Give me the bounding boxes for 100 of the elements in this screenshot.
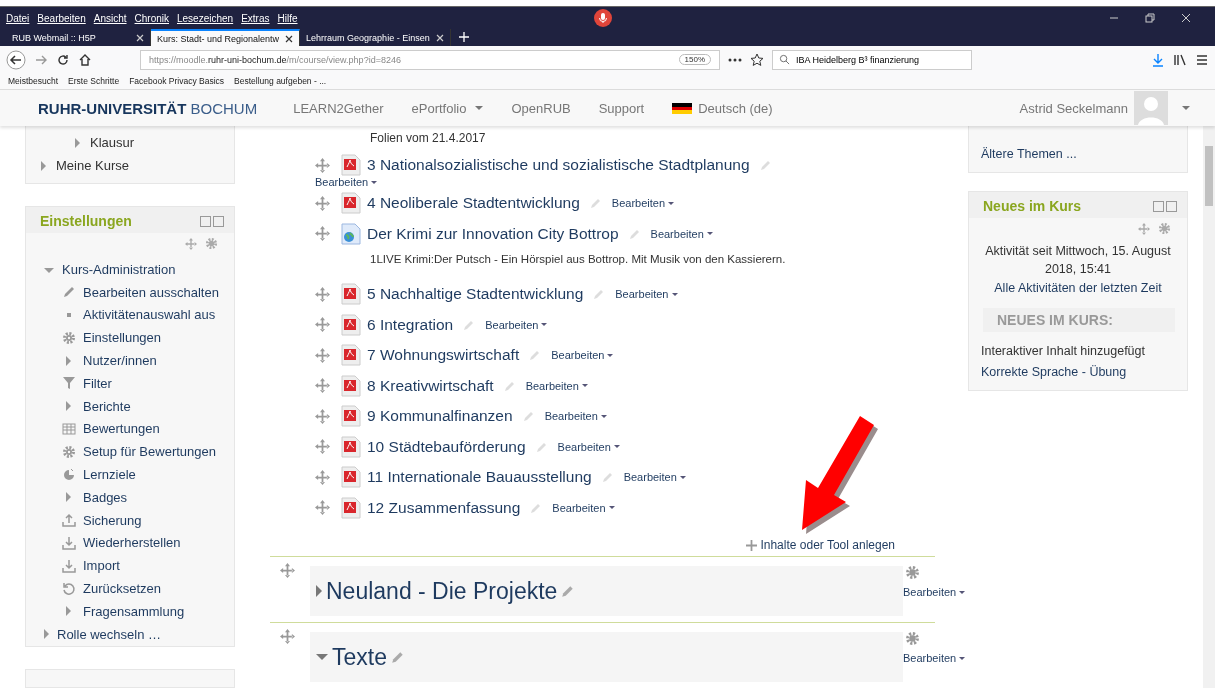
gear-icon[interactable] — [905, 631, 920, 646]
activity-link[interactable]: 3 Nationalsozialistische und sozialistische Stadtplanung — [367, 156, 750, 174]
move-icon[interactable] — [280, 629, 295, 644]
tree-item[interactable]: Rolle wechseln … — [26, 622, 234, 646]
move-icon[interactable] — [315, 157, 330, 173]
move-icon[interactable] — [315, 469, 330, 485]
tree-item[interactable]: Nutzer/innen — [26, 349, 234, 372]
tree-item[interactable]: Fragensammlung — [26, 599, 234, 623]
move-icon[interactable] — [315, 195, 330, 211]
move-icon[interactable] — [315, 317, 330, 333]
tree-item[interactable]: Berichte — [26, 394, 234, 418]
bookmark-item[interactable]: Bestellung aufgeben - ... — [234, 76, 327, 86]
bookmark-item[interactable]: Erste Schritte — [68, 76, 120, 86]
menu-item[interactable]: Extras — [241, 12, 270, 24]
recent-activity-link[interactable]: Alle Aktivitäten der letzten Zeit — [994, 281, 1162, 295]
menu-item[interactable]: Lesezeichen — [177, 12, 234, 24]
tree-item[interactable]: Import — [26, 554, 234, 578]
tree-item[interactable]: Sicherung — [26, 508, 234, 532]
move-icon[interactable] — [185, 237, 197, 250]
nav-link[interactable]: OpenRUB — [511, 100, 571, 116]
gear-icon[interactable] — [1158, 222, 1171, 235]
tree-item[interactable]: Zurücksetzen — [26, 577, 234, 600]
edit-pencil-icon[interactable] — [561, 584, 576, 598]
nav-link[interactable]: Deutsch (de) — [672, 100, 773, 116]
navigation-item[interactable]: Klausur — [41, 131, 219, 154]
activity-link[interactable]: 12 Zusammenfassung — [367, 498, 521, 517]
address-bar[interactable]: https://moodle.ruhr-uni-bochum.de/m/course/view.php?id=8246 150% — [140, 49, 720, 70]
activity-link[interactable]: 4 Neoliberale Stadtentwicklung — [367, 194, 580, 213]
edit-menu-link[interactable]: Bearbeiten — [557, 440, 620, 453]
section-title[interactable]: Neuland - Die Projekte — [316, 577, 558, 605]
edit-menu-link[interactable]: Bearbeiten — [615, 288, 678, 301]
news-item-link[interactable]: Korrekte Sprache - Übung — [969, 365, 1139, 379]
move-icon[interactable] — [315, 226, 330, 242]
home-icon[interactable] — [78, 52, 92, 67]
restore-icon[interactable] — [1145, 13, 1155, 23]
block-controls-icon[interactable] — [200, 215, 224, 227]
move-icon[interactable] — [315, 439, 330, 455]
older-topics-link[interactable]: Ältere Themen ... — [981, 147, 1077, 161]
move-icon[interactable] — [315, 408, 330, 424]
edit-menu-link[interactable]: Bearbeiten — [315, 176, 378, 188]
move-icon[interactable] — [315, 378, 330, 394]
activity-link[interactable]: 8 Kreativwirtschaft — [367, 376, 494, 395]
edit-menu-link[interactable]: Bearbeiten — [903, 652, 966, 664]
nav-link[interactable]: LEARN2Gether — [293, 100, 384, 116]
edit-pencil-icon[interactable] — [391, 650, 405, 664]
activity-link[interactable]: Der Krimi zur Innovation City Bottrop — [367, 224, 619, 243]
move-icon[interactable] — [315, 500, 330, 516]
tree-item[interactable]: Bewertungen — [26, 417, 234, 441]
tree-item[interactable]: Lernziele — [26, 463, 234, 486]
menu-item[interactable]: Datei — [6, 12, 30, 24]
edit-menu-link[interactable]: Bearbeiten — [544, 410, 607, 423]
gear-icon[interactable] — [205, 237, 218, 250]
edit-menu-link[interactable]: Bearbeiten — [650, 227, 713, 240]
search-field[interactable]: IBA Heidelberg B³ finanzierung — [772, 49, 972, 70]
download-icon[interactable] — [1151, 52, 1165, 67]
activity-link[interactable]: 6 Integration — [367, 315, 454, 334]
gear-icon[interactable] — [905, 565, 920, 580]
edit-menu-link[interactable]: Bearbeiten — [551, 349, 614, 362]
add-activity-link[interactable]: Inhalte oder Tool anlegen — [760, 538, 895, 552]
microphone-icon[interactable] — [594, 9, 613, 27]
move-icon[interactable] — [315, 286, 330, 302]
activity-link[interactable]: 7 Wohnungswirtschaft — [367, 346, 520, 365]
edit-menu-link[interactable]: Bearbeiten — [903, 586, 966, 598]
tree-item[interactable]: Kurs-Administration — [26, 258, 234, 281]
edit-menu-link[interactable]: Bearbeiten — [525, 379, 588, 392]
reload-icon[interactable] — [56, 52, 70, 67]
bookmark-item[interactable]: Meistbesucht — [8, 76, 59, 86]
move-icon[interactable] — [1138, 222, 1150, 235]
menu-icon[interactable] — [1195, 52, 1209, 67]
bookmark-item[interactable]: Facebook Privacy Basics — [129, 76, 225, 86]
university-logo[interactable]: RUHR-UNIVERSITÄT BOCHUM — [38, 99, 258, 117]
tree-item[interactable]: Filter — [26, 372, 234, 395]
back-icon[interactable] — [6, 49, 26, 70]
move-icon[interactable] — [280, 563, 295, 578]
star-icon[interactable] — [750, 52, 764, 67]
scrollbar-thumb[interactable] — [1205, 146, 1213, 206]
edit-menu-link[interactable]: Bearbeiten — [552, 501, 615, 514]
section-title[interactable]: Texte — [316, 643, 387, 671]
tree-item[interactable]: Wiederherstellen — [26, 531, 234, 555]
move-icon[interactable] — [315, 347, 330, 363]
edit-menu-link[interactable]: Bearbeiten — [623, 471, 686, 484]
menu-item[interactable]: Ansicht — [93, 12, 127, 24]
block-controls-icon[interactable] — [1153, 200, 1177, 212]
tree-item[interactable]: Badges — [26, 485, 234, 509]
browser-tab[interactable]: Kurs: Stadt- und Regionalentw — [151, 29, 301, 46]
navigation-item[interactable]: Meine Kurse — [41, 154, 219, 177]
tree-item[interactable]: Setup für Bewertungen — [26, 440, 234, 464]
tree-item[interactable]: Einstellungen — [26, 326, 234, 350]
nav-link[interactable]: ePortfolio — [411, 100, 484, 116]
menu-item[interactable]: Bearbeiten — [37, 12, 86, 24]
tree-item[interactable]: Bearbeiten ausschalten — [26, 280, 234, 304]
more-icon[interactable] — [728, 57, 742, 62]
nav-link[interactable]: Support — [598, 100, 645, 116]
tree-item[interactable]: Aktivitätenauswahl aus — [26, 303, 234, 327]
user-menu-caret[interactable] — [1182, 106, 1190, 110]
edit-menu-link[interactable]: Bearbeiten — [611, 197, 675, 210]
user-name[interactable]: Astrid Seckelmann — [1019, 100, 1128, 116]
activity-link[interactable]: 5 Nachhaltige Stadtentwicklung — [367, 285, 584, 304]
activity-link[interactable]: 9 Kommunalfinanzen — [367, 407, 513, 426]
close-icon[interactable] — [285, 34, 294, 43]
